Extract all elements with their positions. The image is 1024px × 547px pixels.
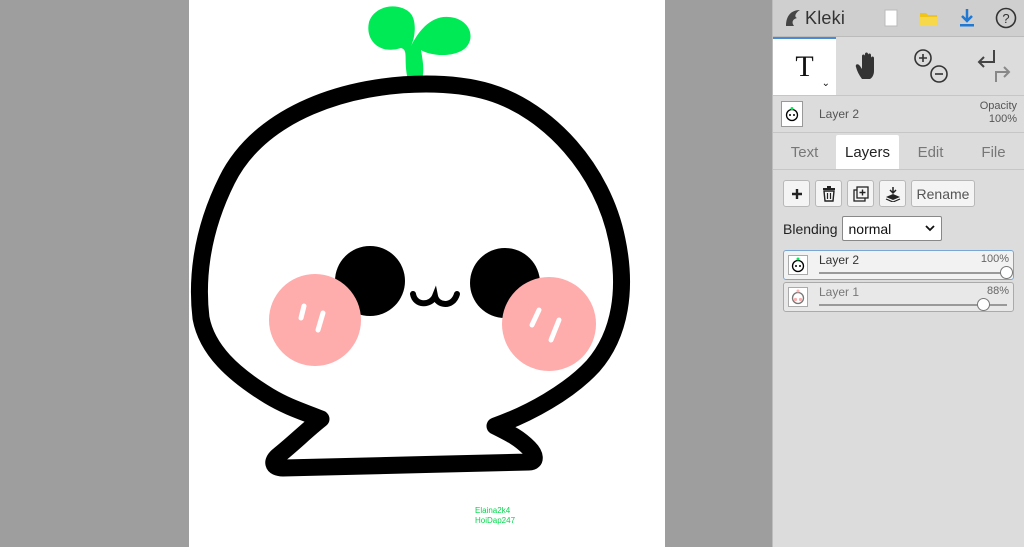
current-layer-opacity: Opacity 100% [980, 100, 1017, 126]
current-layer-info: Layer 2 Opacity 100% [773, 96, 1024, 133]
layer-actions: Rename [773, 170, 1024, 207]
download-button[interactable] [948, 0, 986, 36]
blending-value: normal [848, 220, 892, 237]
merge-down-icon [885, 186, 900, 202]
opacity-slider[interactable] [819, 266, 1013, 279]
blending-select[interactable]: normal [841, 216, 942, 241]
top-toolbar: Kleki ? [773, 0, 1024, 37]
blending-row: Blending normal [773, 207, 1024, 241]
signature-line-1: Elaina2k4 [475, 506, 511, 515]
layer-opacity: 100% [980, 253, 1009, 265]
zoom-in-icon[interactable] [913, 49, 932, 67]
layer-row[interactable]: Layer 2 100% [783, 250, 1014, 280]
layer-row[interactable]: Layer 1 88% [783, 282, 1014, 312]
zoom-controls [899, 37, 962, 95]
svg-text:?: ? [1002, 11, 1009, 26]
tab-layers[interactable]: Layers [836, 135, 899, 169]
current-layer-name: Layer 2 [819, 107, 860, 121]
app-logo[interactable]: Kleki [773, 8, 871, 29]
cheek-highlight [298, 303, 307, 321]
download-icon [960, 9, 975, 27]
zoom-out-icon[interactable] [929, 65, 948, 83]
blending-label: Blending [783, 220, 838, 237]
opacity-label: Opacity [979, 100, 1017, 112]
chevron-down-icon [924, 225, 935, 232]
opacity-value: 100% [988, 113, 1017, 125]
duplicate-icon [852, 185, 869, 202]
side-panel: Kleki ? T ⌄ Layer 2 Opacity 100% Text La… [772, 0, 1024, 547]
hand-tool-icon [855, 52, 874, 79]
redo-icon[interactable] [994, 66, 1010, 82]
history-icons [977, 50, 1010, 82]
help-icon: ? [995, 7, 1017, 29]
slider-handle[interactable] [977, 298, 991, 311]
tab-text[interactable]: Text [773, 135, 836, 169]
opacity-slider[interactable] [819, 298, 1007, 311]
left-cheek [269, 274, 361, 366]
open-button[interactable] [910, 0, 948, 36]
signature-line-2: HoiDap247 [475, 516, 516, 525]
right-cheek [502, 277, 596, 371]
add-layer-button[interactable] [783, 180, 810, 207]
new-image-button[interactable] [871, 0, 909, 36]
signature: Elaina2k4 HoiDap247 [475, 506, 515, 526]
slider-handle[interactable] [1000, 266, 1013, 279]
layer-thumbnail [781, 101, 803, 127]
layer-thumbnail [788, 287, 808, 307]
sprout-drawing [368, 6, 471, 82]
plus-icon [791, 188, 802, 199]
tab-file[interactable]: File [962, 135, 1024, 169]
layer-preview-icon [791, 257, 805, 273]
app-name: Kleki [805, 7, 846, 28]
layer-name: Layer 1 [819, 285, 860, 299]
undo-icon[interactable] [977, 50, 995, 68]
layer-preview-icon [785, 107, 799, 122]
text-tool-button[interactable]: T ⌄ [773, 37, 836, 95]
layer-list: Layer 2 100% Layer 1 88% [773, 241, 1024, 312]
panel-tabs: Text Layers Edit File [773, 133, 1024, 170]
hand-tool-button[interactable] [836, 37, 899, 95]
merge-down-button[interactable] [879, 180, 906, 207]
kleki-logo-icon [786, 10, 800, 26]
rename-button[interactable]: Rename [911, 180, 975, 207]
tab-edit[interactable]: Edit [899, 135, 962, 169]
help-button[interactable]: ? [987, 0, 1024, 36]
history-controls [962, 37, 1024, 95]
chevron-down-icon[interactable]: ⌄ [822, 78, 830, 89]
layer-name: Layer 2 [819, 253, 860, 267]
body-outline [190, 75, 630, 477]
layer-opacity: 88% [986, 285, 1009, 297]
zoom-icons [913, 49, 948, 83]
tool-row: T ⌄ [773, 37, 1024, 96]
new-image-icon [884, 9, 898, 27]
layer-preview-icon [791, 289, 805, 305]
canvas-workspace[interactable]: Elaina2k4 HoiDap247 [0, 0, 772, 547]
text-tool-icon: T [795, 50, 814, 83]
drawing-canvas[interactable]: Elaina2k4 HoiDap247 [189, 0, 665, 547]
layer-thumbnail [788, 255, 808, 275]
drawing-artwork [190, 6, 630, 477]
mouth [410, 285, 460, 307]
delete-layer-button[interactable] [815, 180, 842, 207]
duplicate-layer-button[interactable] [847, 180, 874, 207]
trash-icon [822, 185, 835, 202]
open-folder-icon [919, 13, 938, 26]
